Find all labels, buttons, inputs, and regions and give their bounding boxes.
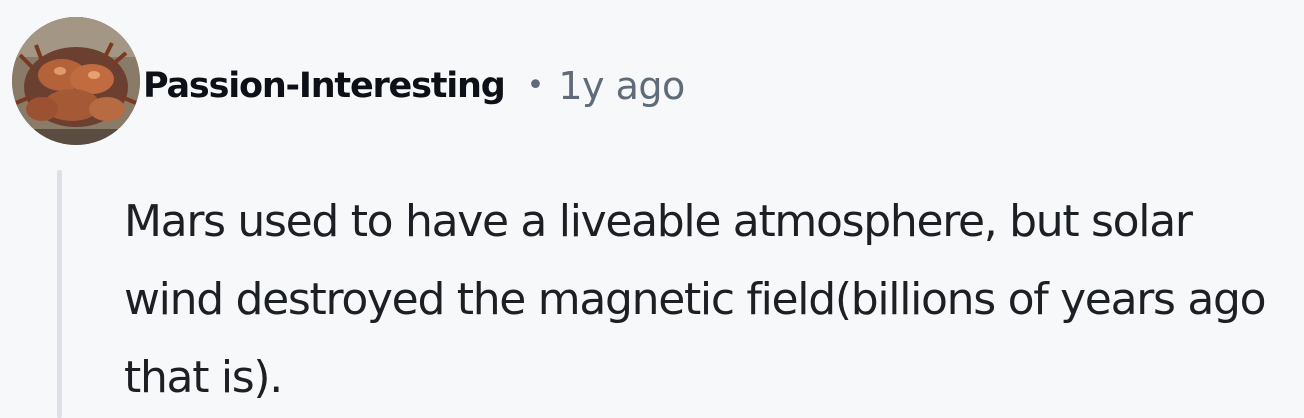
avatar[interactable]	[12, 17, 140, 145]
comment-header: Passion-Interesting • 1y ago	[143, 56, 685, 116]
comment-body: Mars used to have a liveable atmosphere,…	[124, 196, 1267, 403]
crab-photo-avatar-image	[12, 17, 140, 145]
thread-collapse-line[interactable]	[57, 170, 62, 418]
username-link[interactable]: Passion-Interesting	[143, 66, 506, 106]
timestamp[interactable]: 1y ago	[558, 64, 685, 108]
separator-dot: •	[526, 68, 545, 103]
